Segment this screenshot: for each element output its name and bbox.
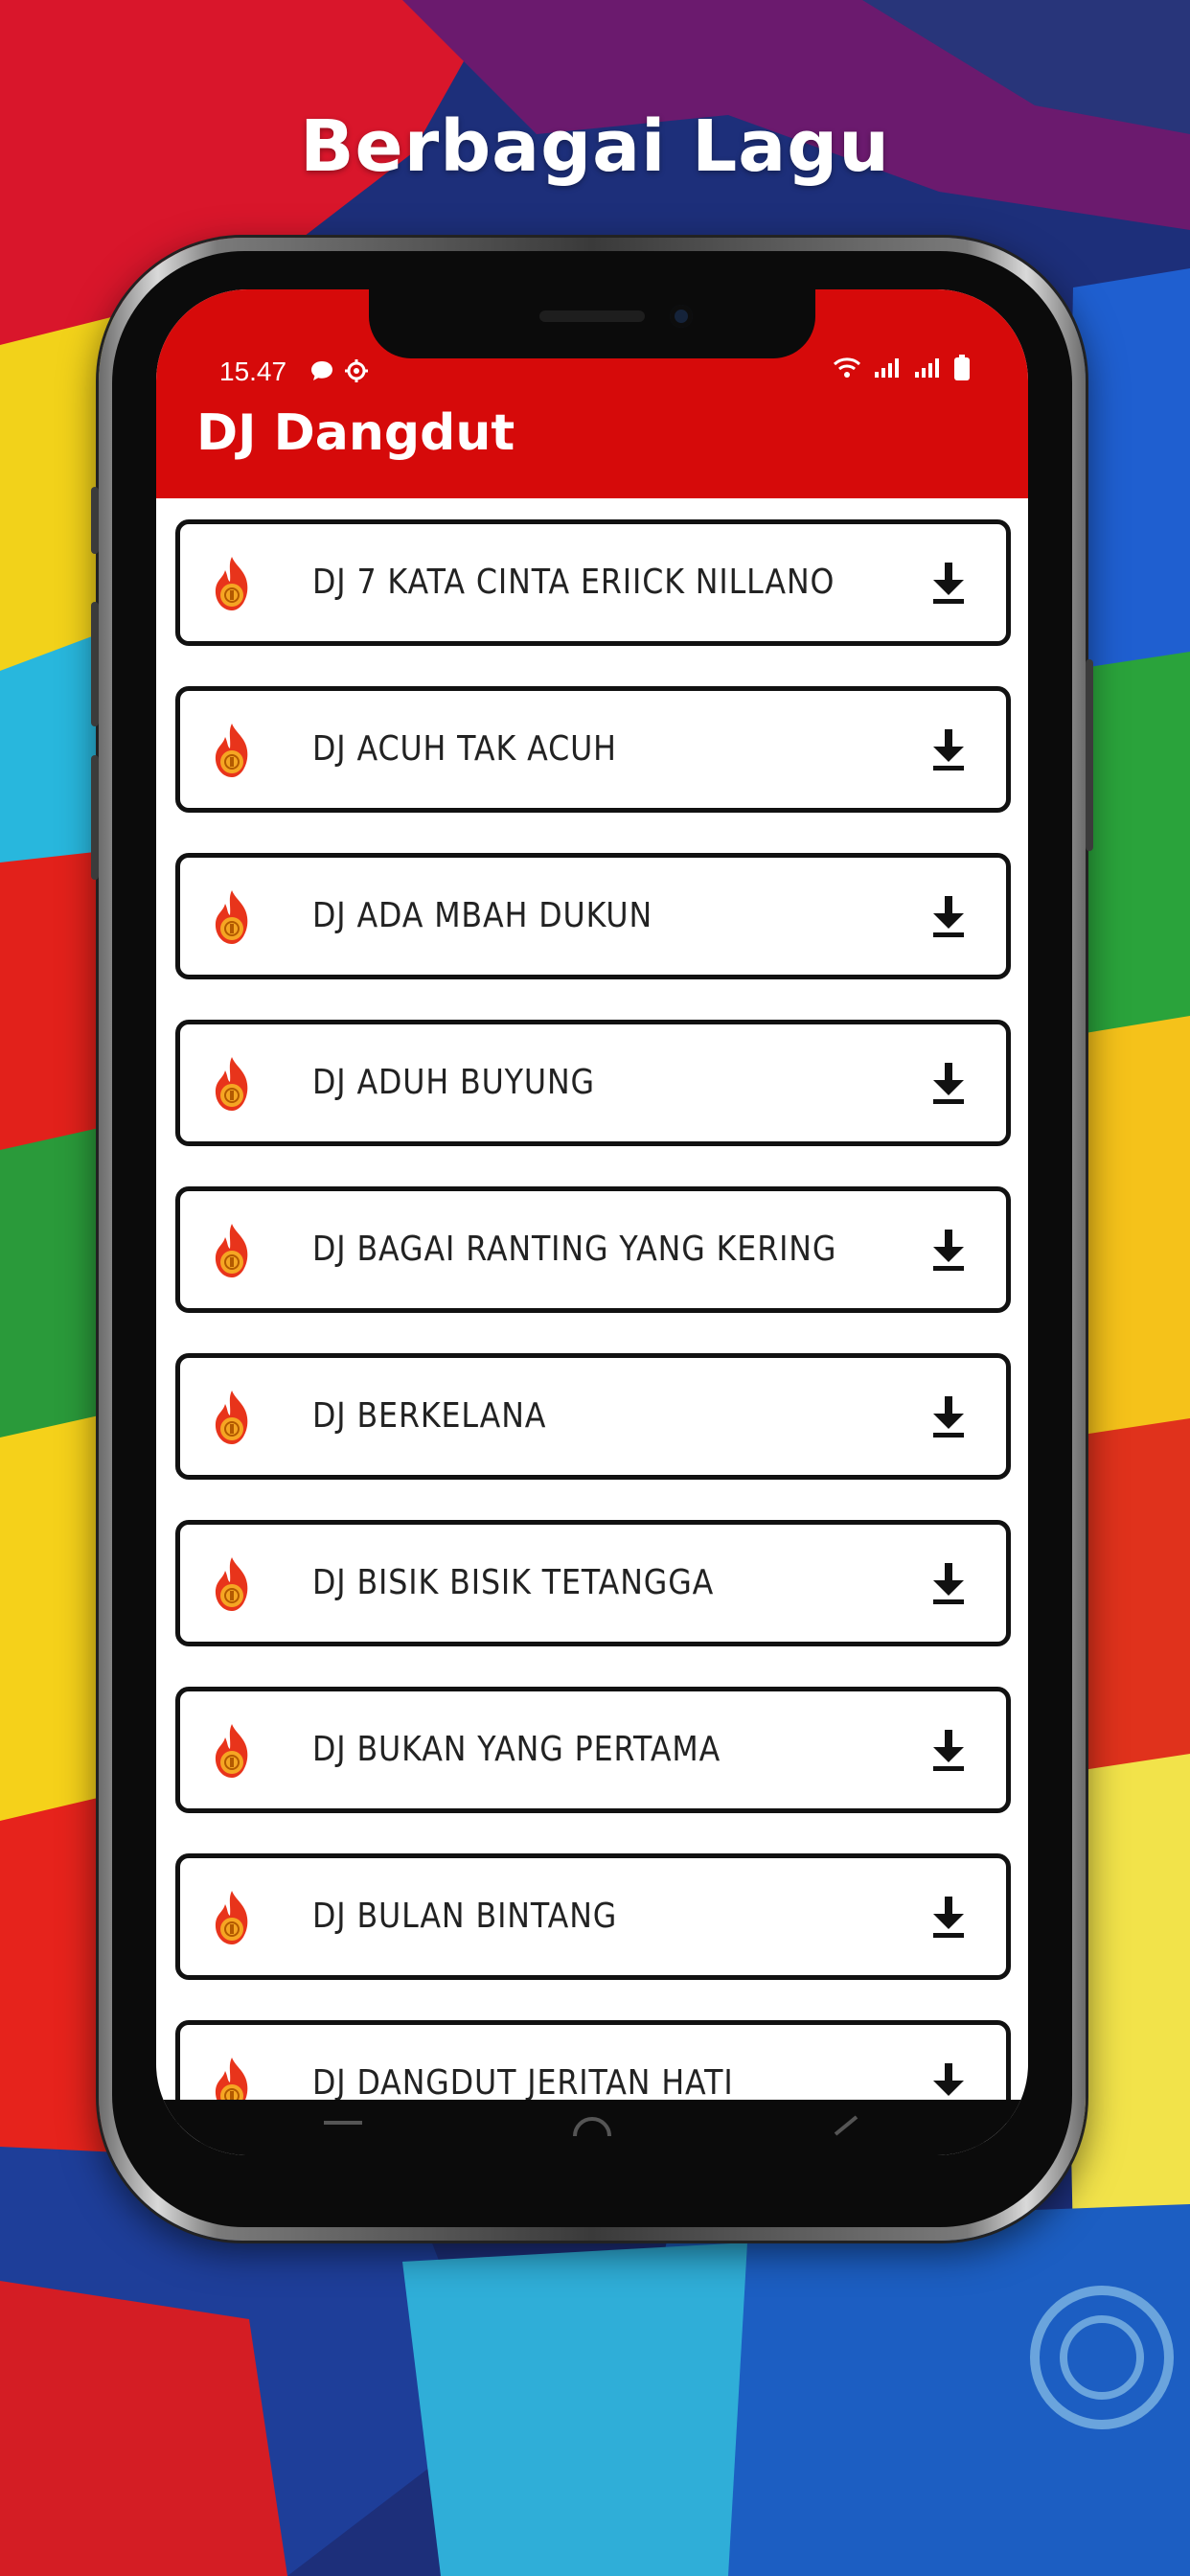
volume-up-button xyxy=(91,602,99,726)
download-icon[interactable] xyxy=(929,894,968,938)
list-item[interactable]: DJ ADUH BUYUNG xyxy=(175,1020,1011,1146)
status-time: 15.47 xyxy=(219,356,287,386)
settings-icon xyxy=(344,358,369,390)
signal-icon-2 xyxy=(913,356,942,386)
battery-icon xyxy=(953,355,971,388)
download-icon[interactable] xyxy=(929,727,968,771)
home-button[interactable] xyxy=(571,2113,613,2138)
song-title: DJ BUKAN YANG PERTAMA xyxy=(312,1730,721,1769)
back-button[interactable] xyxy=(832,2113,860,2138)
chat-icon xyxy=(309,359,334,389)
signal-icon xyxy=(873,356,902,386)
system-nav-bar xyxy=(156,2100,1028,2155)
download-icon[interactable] xyxy=(929,1728,968,1772)
phone-screen: 15.47 DJ Dangdut DJ 7 KATA CINTA ERIICK … xyxy=(156,289,1028,2155)
download-icon[interactable] xyxy=(929,561,968,605)
download-icon[interactable] xyxy=(929,1394,968,1438)
flame-coin-icon xyxy=(215,1057,248,1111)
song-title: DJ BULAN BINTANG xyxy=(312,1897,618,1936)
flame-coin-icon xyxy=(215,724,248,777)
list-item[interactable]: DJ 7 KATA CINTA ERIICK NILLANO xyxy=(175,519,1011,646)
flame-coin-icon xyxy=(215,1224,248,1277)
song-title: DJ ADA MBAH DUKUN xyxy=(312,896,653,935)
front-camera xyxy=(670,305,693,328)
song-title: DJ BISIK BISIK TETANGGA xyxy=(312,1563,715,1602)
list-item[interactable]: DJ BAGAI RANTING YANG KERING xyxy=(175,1186,1011,1313)
list-item[interactable]: DJ BUKAN YANG PERTAMA xyxy=(175,1687,1011,1813)
song-list: DJ 7 KATA CINTA ERIICK NILLANO DJ ACUH T… xyxy=(175,519,1011,2155)
wifi-icon xyxy=(833,356,861,386)
download-icon[interactable] xyxy=(929,1561,968,1605)
app-title: DJ Dangdut xyxy=(196,404,515,462)
promo-headline: Berbagai Lagu xyxy=(300,105,890,188)
flame-coin-icon xyxy=(215,1724,248,1778)
camera-notch xyxy=(369,289,815,358)
song-title: DJ ADUH BUYUNG xyxy=(312,1063,595,1102)
flame-coin-icon xyxy=(215,890,248,944)
app-bar: 15.47 DJ Dangdut xyxy=(156,289,1028,498)
list-item[interactable]: DJ BULAN BINTANG xyxy=(175,1853,1011,1980)
flame-coin-icon xyxy=(215,1557,248,1611)
list-item[interactable]: DJ BISIK BISIK TETANGGA xyxy=(175,1520,1011,1646)
flame-coin-icon xyxy=(215,557,248,610)
silent-switch xyxy=(91,487,99,554)
download-icon[interactable] xyxy=(929,1895,968,1939)
list-item[interactable]: DJ ACUH TAK ACUH xyxy=(175,686,1011,813)
list-item[interactable]: DJ BERKELANA xyxy=(175,1353,1011,1480)
flame-coin-icon xyxy=(215,1891,248,1944)
flame-coin-icon xyxy=(215,1391,248,1444)
download-icon[interactable] xyxy=(929,1228,968,1272)
song-title: DJ BAGAI RANTING YANG KERING xyxy=(312,1230,837,1269)
song-title: DJ BERKELANA xyxy=(312,1396,547,1436)
song-title: DJ ACUH TAK ACUH xyxy=(312,729,617,769)
recent-apps-button[interactable] xyxy=(324,2113,362,2132)
power-button xyxy=(1086,659,1093,851)
list-item[interactable]: DJ ADA MBAH DUKUN xyxy=(175,853,1011,979)
earpiece-speaker xyxy=(539,310,645,322)
status-icons xyxy=(309,358,369,390)
phone-frame: 15.47 DJ Dangdut DJ 7 KATA CINTA ERIICK … xyxy=(91,238,1093,2241)
song-title: DJ 7 KATA CINTA ERIICK NILLANO xyxy=(312,563,835,602)
status-icons-right xyxy=(833,355,971,388)
volume-down-button xyxy=(91,755,99,880)
download-icon[interactable] xyxy=(929,1061,968,1105)
